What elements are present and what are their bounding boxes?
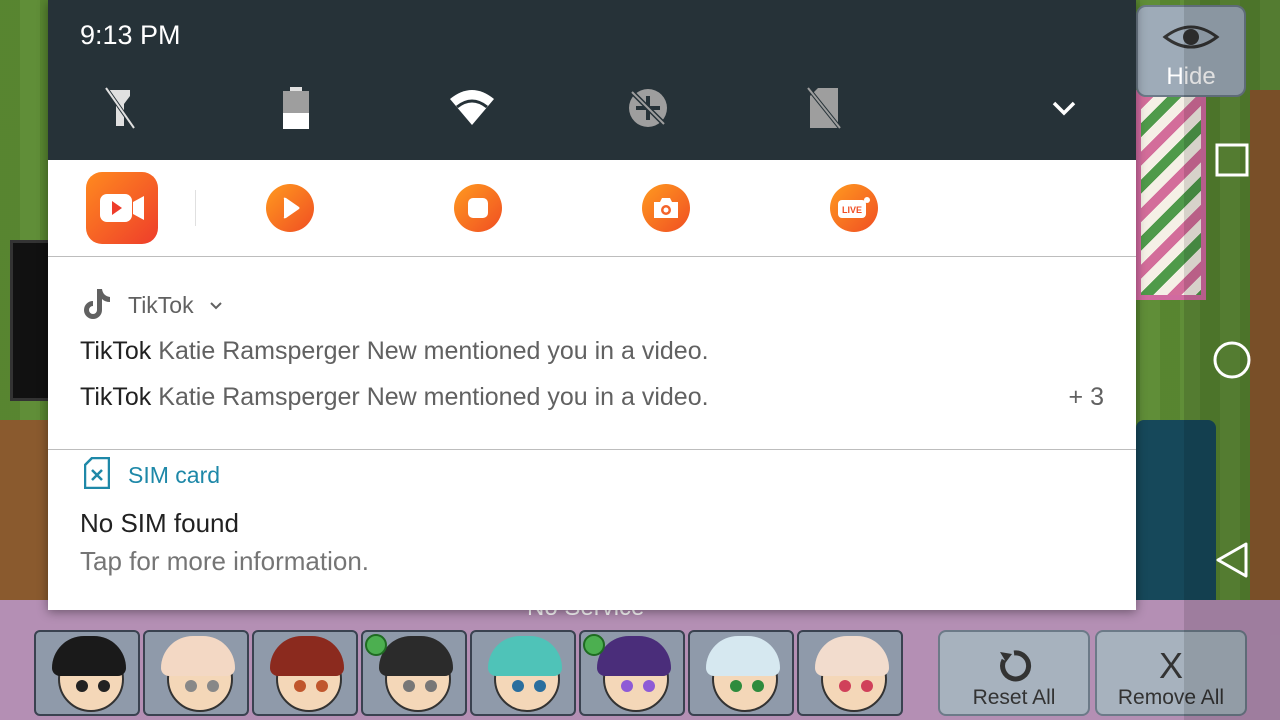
character-slot[interactable] (688, 630, 794, 716)
battery-icon (283, 87, 309, 129)
back-button[interactable] (1212, 540, 1252, 580)
tiktok-message-title: TikTok (80, 337, 152, 365)
wifi-tile[interactable] (448, 84, 496, 132)
sim-app-name: SIM card (128, 462, 221, 488)
record-button[interactable] (266, 184, 314, 232)
character-hair (52, 636, 126, 676)
character-eye (512, 680, 524, 692)
sim-notification-text: Tap for more information. (80, 546, 370, 576)
character-hair (161, 636, 235, 676)
character-eye (752, 680, 764, 692)
live-label: LIVE (842, 205, 862, 215)
tiktok-message-2: TikTok Katie Ramsperger New mentioned yo… (80, 383, 709, 412)
character-eye (98, 680, 110, 692)
stop-record-icon (468, 198, 488, 218)
character-slot[interactable] (34, 630, 140, 716)
selected-indicator (583, 634, 605, 656)
tiktok-notification[interactable]: TikTok TikTok Katie Ramsperger New menti… (48, 257, 1136, 450)
character-hair (706, 636, 780, 676)
character-eye (861, 680, 873, 692)
character-hair (815, 636, 889, 676)
character-slot[interactable] (797, 630, 903, 716)
character-slot[interactable] (470, 630, 576, 716)
chevron-down-icon (1052, 101, 1076, 116)
recents-button[interactable] (1212, 140, 1252, 180)
bookshelf-left (0, 420, 48, 610)
screen-recorder-app[interactable] (86, 172, 158, 244)
status-time: 9:13 PM (80, 20, 181, 50)
screenshot-button[interactable] (642, 184, 690, 232)
video-play-icon (283, 197, 300, 219)
tiktok-app-name: TikTok (128, 292, 194, 318)
character-slot[interactable] (252, 630, 358, 716)
flashlight-tile[interactable] (96, 84, 144, 132)
notification-shade: 9:13 PM LIVE TikTok TikTok Katie Ramsper… (48, 0, 1136, 610)
screen-recorder-notification[interactable]: LIVE (48, 160, 1136, 257)
character-eye (207, 680, 219, 692)
character-eye (621, 680, 633, 692)
chevron-down-icon[interactable] (209, 301, 223, 310)
reset-label: Reset All (972, 686, 1056, 709)
data-saver-tile[interactable] (624, 84, 672, 132)
character-bar (34, 630, 903, 720)
tiktok-message-text: Katie Ramsperger New mentioned you in a … (158, 337, 709, 365)
tiktok-icon (84, 289, 110, 319)
flashlight-off-icon (104, 86, 136, 130)
selected-indicator (365, 634, 387, 656)
reset-icon (1000, 650, 1032, 682)
reset-all-button[interactable]: Reset All (938, 630, 1090, 716)
character-eye (643, 680, 655, 692)
expand-settings-button[interactable] (1040, 84, 1088, 132)
character-eye (425, 680, 437, 692)
data-saver-icon (629, 89, 667, 127)
character-eye (316, 680, 328, 692)
battery-tile[interactable] (272, 84, 320, 132)
character-slot[interactable] (579, 630, 685, 716)
sim-card-icon (84, 457, 110, 489)
circle-icon (1213, 341, 1251, 379)
character-hair (597, 636, 671, 676)
wifi-icon (450, 90, 494, 125)
character-eye (185, 680, 197, 692)
screenshot-camera-icon (654, 198, 678, 218)
divider (195, 190, 196, 226)
character-hair (488, 636, 562, 676)
no-sim-icon (806, 86, 842, 130)
character-slot[interactable] (361, 630, 467, 716)
character-slot[interactable] (143, 630, 249, 716)
character-eye (730, 680, 742, 692)
more-count: + 3 (1068, 383, 1104, 411)
live-stream-icon: LIVE (838, 197, 870, 218)
square-icon (1215, 143, 1249, 177)
sim-card-notification[interactable]: SIM card No SIM found Tap for more infor… (48, 450, 1136, 610)
character-eye (403, 680, 415, 692)
tiktok-message-1: TikTok Katie Ramsperger New mentioned yo… (80, 337, 709, 366)
triangle-back-icon (1216, 542, 1248, 578)
stop-record-button[interactable] (454, 184, 502, 232)
character-eye (839, 680, 851, 692)
tiktok-message-title: TikTok (80, 383, 152, 411)
character-hair (379, 636, 453, 676)
character-eye (534, 680, 546, 692)
sim-notification-title: No SIM found (80, 508, 239, 538)
remove-icon: X (1158, 645, 1183, 686)
tiktok-message-text: Katie Ramsperger New mentioned you in a … (158, 383, 709, 411)
home-button[interactable] (1212, 340, 1252, 380)
character-hair (270, 636, 344, 676)
character-eye (294, 680, 306, 692)
screen-recorder-icon (100, 194, 144, 222)
live-stream-button[interactable]: LIVE (830, 184, 878, 232)
character-eye (76, 680, 88, 692)
sim-tile[interactable] (800, 84, 848, 132)
quick-settings-panel: 9:13 PM (48, 0, 1136, 160)
